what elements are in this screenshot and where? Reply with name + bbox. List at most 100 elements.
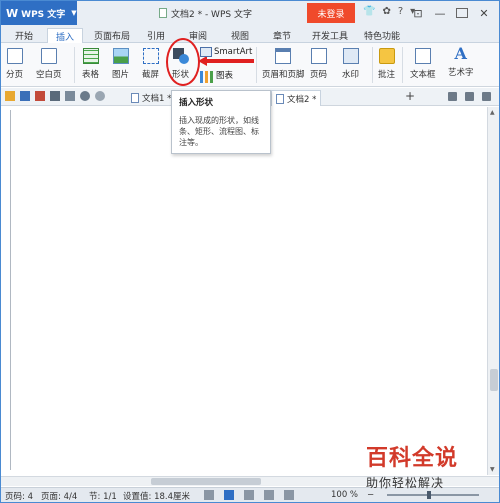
tab-references[interactable]: 引用	[141, 28, 171, 43]
document-icon	[131, 93, 139, 103]
page-margin-guide	[10, 110, 18, 470]
watermark-subtitle: 助你轻松解决	[366, 476, 445, 490]
right-quick-tools	[448, 92, 491, 101]
page-break-label: 分页	[6, 70, 24, 80]
list-icon[interactable]	[465, 92, 474, 101]
wps-app-menu-button[interactable]: W WPS 文字 ▼	[1, 1, 77, 25]
tab-section[interactable]: 章节	[267, 28, 297, 43]
undo-icon[interactable]	[80, 91, 90, 101]
header-footer-button[interactable]: 页眉和页脚	[262, 48, 305, 80]
new-tab-icon[interactable]: +	[405, 89, 415, 103]
redo-icon[interactable]	[95, 91, 105, 101]
h-scroll-thumb[interactable]	[151, 478, 261, 485]
ribbon-separator	[256, 47, 257, 83]
blank-page-icon	[40, 48, 57, 64]
print-preview-icon[interactable]	[65, 91, 75, 101]
login-label: 未登录	[317, 9, 345, 20]
close-icon[interactable]: ✕	[473, 3, 495, 23]
quick-access-tools	[5, 91, 105, 101]
minimize-icon[interactable]: —	[429, 3, 451, 23]
doc-tab-2[interactable]: 文档2 *	[271, 90, 322, 106]
header-footer-icon	[275, 48, 292, 64]
smartart-label: SmartArt	[214, 47, 253, 57]
zoom-level: 100 %	[331, 490, 359, 500]
focus-mode-icon[interactable]	[204, 490, 214, 500]
watermark-icon	[342, 48, 359, 64]
screenshot-button[interactable]: 截屏	[142, 48, 159, 80]
document-area[interactable]	[1, 107, 487, 475]
title-bar: W WPS 文字 ▼ 文档2 * - WPS 文字 未登录 👕 ✿ ? ▾ ⊡ …	[1, 1, 499, 27]
scissors-icon	[142, 48, 159, 64]
watermark-title: 百科全说	[366, 446, 459, 471]
wordart-button[interactable]: A 艺术字	[448, 46, 474, 79]
status-section: 节: 1/1	[89, 492, 117, 502]
window-controls: ⊡ — ✕	[407, 3, 495, 23]
ribbon-separator	[402, 47, 403, 83]
menu-icon[interactable]	[482, 92, 491, 101]
save-icon[interactable]	[20, 91, 30, 101]
status-setting: 设置值: 18.4厘米	[123, 492, 190, 502]
page-number-button[interactable]: 页码	[310, 48, 327, 80]
header-footer-label: 页眉和页脚	[262, 70, 305, 80]
wps-logo-icon: W	[6, 6, 19, 20]
comment-icon	[378, 48, 395, 64]
page-number-icon	[310, 48, 327, 64]
status-pages: 页面: 4/4	[41, 492, 78, 502]
ribbon-separator	[74, 47, 75, 83]
picture-label: 图片	[112, 70, 130, 80]
site-watermark: 百科全说 助你轻松解决	[366, 440, 494, 502]
maximize-icon[interactable]	[451, 3, 473, 23]
blank-page-button[interactable]: 空白页	[36, 48, 62, 80]
restore-icon[interactable]: ⊡	[407, 3, 429, 23]
page-break-button[interactable]: 分页	[6, 48, 23, 80]
text-box-label: 文本框	[410, 70, 436, 80]
tile-icon[interactable]	[448, 92, 457, 101]
status-page: 页码: 4	[5, 492, 33, 502]
menu-tabs: 开始 插入 页面布局 引用 审阅 视图 章节 开发工具 特色功能	[1, 27, 499, 43]
wordart-label: 艺术字	[448, 68, 474, 78]
chart-button[interactable]: 图表	[200, 67, 233, 83]
export-pdf-icon[interactable]	[35, 91, 45, 101]
feedback-icon[interactable]: ✿	[382, 6, 390, 17]
scroll-thumb[interactable]	[490, 369, 498, 391]
comment-button[interactable]: 批注	[378, 48, 395, 80]
tab-insert[interactable]: 插入	[47, 28, 83, 43]
help-icon[interactable]: ?	[398, 6, 403, 17]
scroll-up-icon[interactable]: ▲	[490, 109, 495, 116]
document-icon	[159, 8, 167, 18]
chevron-down-icon: ▼	[71, 9, 77, 17]
watermark-button[interactable]: 水印	[342, 48, 359, 80]
print-icon[interactable]	[50, 91, 60, 101]
outline-view-icon[interactable]	[244, 490, 254, 500]
login-button[interactable]: 未登录	[307, 3, 355, 23]
screenshot-label: 截屏	[142, 70, 160, 80]
tab-developer[interactable]: 开发工具	[307, 28, 353, 43]
picture-button[interactable]: 图片	[112, 48, 129, 80]
reading-view-icon[interactable]	[284, 490, 294, 500]
highlight-arrow	[198, 56, 254, 66]
smartart-icon	[200, 47, 212, 57]
page-view-icon[interactable]	[224, 490, 234, 500]
doc-tab-1[interactable]: 文档1 *	[127, 90, 175, 106]
document-icon	[276, 93, 284, 104]
web-view-icon[interactable]	[264, 490, 274, 500]
tab-page-layout[interactable]: 页面布局	[89, 28, 135, 43]
chart-label: 图表	[216, 71, 234, 81]
vertical-scrollbar[interactable]: ▲ ▼	[487, 107, 499, 475]
table-button[interactable]: 表格	[82, 48, 99, 80]
comment-label: 批注	[378, 70, 396, 80]
open-folder-icon[interactable]	[5, 91, 15, 101]
picture-icon	[112, 48, 129, 64]
tab-view[interactable]: 视图	[225, 28, 255, 43]
shape-tooltip: 插入形状 插入现成的形状，如线条、矩形、流程图、标注等。	[171, 90, 271, 154]
text-box-button[interactable]: 文本框	[410, 48, 436, 80]
highlight-circle	[166, 38, 200, 86]
smartart-button[interactable]: SmartArt	[200, 47, 252, 57]
shirt-skin-icon[interactable]: 👕	[363, 6, 375, 17]
table-icon	[82, 48, 99, 64]
tab-start[interactable]: 开始	[9, 28, 39, 43]
text-box-icon	[414, 48, 431, 64]
doc-tab-label: 文档2 *	[287, 94, 317, 105]
view-mode-buttons	[204, 490, 294, 500]
tab-features[interactable]: 特色功能	[359, 28, 405, 43]
